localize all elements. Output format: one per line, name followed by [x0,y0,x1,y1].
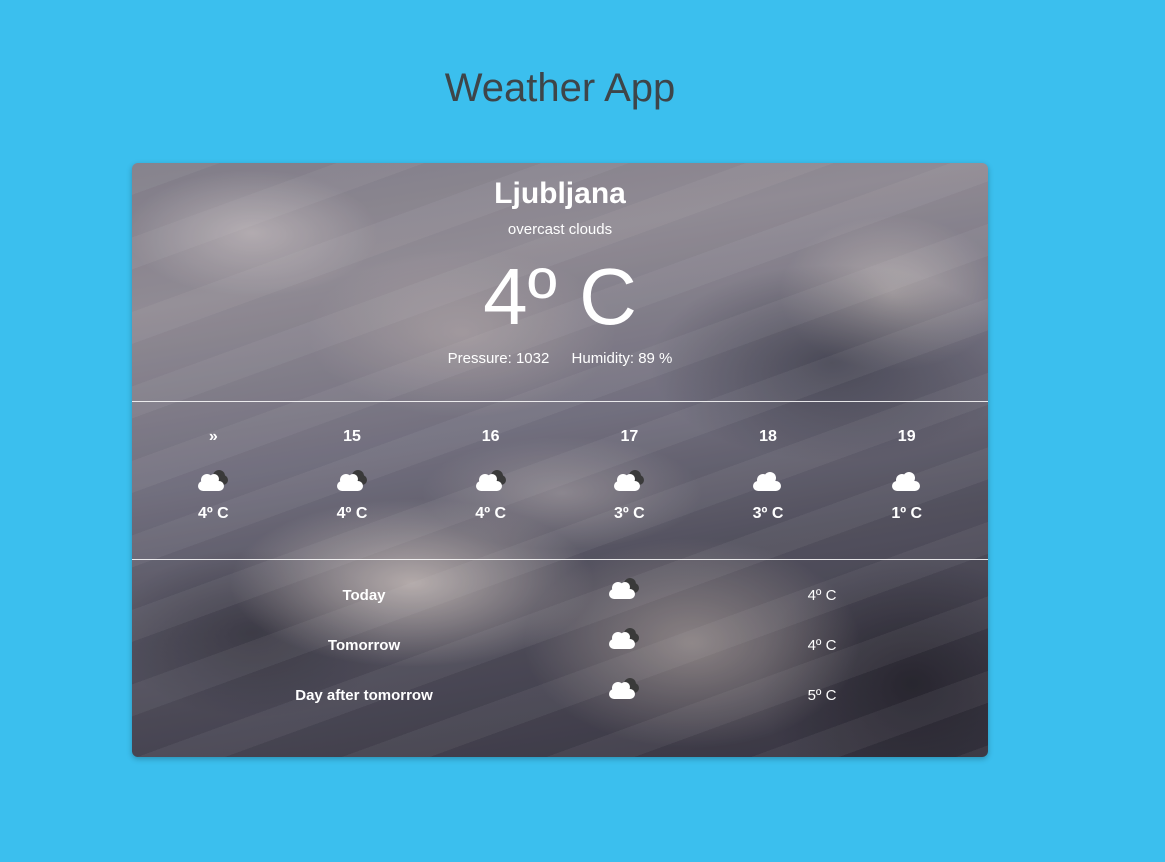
cloud-icon [699,461,838,499]
daily-forecast: Today 4º C Tomorrow 4º C Day after tomor… [132,578,988,733]
pressure-value: Pressure: 1032 [447,350,550,367]
hourly-item[interactable]: 17 3º C [560,425,699,525]
hourly-hour: 19 [897,428,916,445]
day-label: Today [342,587,386,604]
broken-clouds-icon [560,461,699,499]
divider [132,401,988,402]
hourly-temp: 1º C [891,505,923,522]
hourly-item[interactable]: » 4º C [144,425,283,525]
weather-description: overcast clouds [507,221,613,238]
hourly-hour: 17 [620,428,639,445]
humidity-value: Humidity: 89 % [571,350,673,367]
daily-row[interactable]: Tomorrow 4º C [132,628,988,683]
broken-clouds-icon [606,625,642,651]
divider [132,559,988,560]
weather-stats: Pressure: 1032 Humidity: 89 % [132,350,988,367]
broken-clouds-icon [144,461,283,499]
weather-card: Ljubljana overcast clouds 4º C Pressure:… [132,163,988,757]
city-name: Ljubljana [494,177,626,210]
hourly-item[interactable]: 18 3º C [699,425,838,525]
hourly-hour: 16 [481,428,500,445]
hourly-item[interactable]: 15 4º C [283,425,422,525]
day-label: Tomorrow [327,637,401,654]
hourly-hour: 15 [343,428,361,445]
broken-clouds-icon [283,461,422,499]
hourly-temp: 4º C [475,505,507,522]
broken-clouds-icon [421,461,560,499]
cloud-icon [837,461,976,499]
day-temp: 5º C [807,687,837,704]
hourly-item[interactable]: 19 1º C [837,425,976,525]
hourly-temp: 3º C [752,505,784,522]
current-temperature: 4º C [483,252,637,341]
app-title: Weather App [444,66,676,110]
broken-clouds-icon [606,675,642,701]
hourly-temp: 3º C [613,505,645,522]
day-label: Day after tomorrow [295,687,433,704]
hourly-more-chevron[interactable]: » [144,425,283,449]
day-temp: 4º C [807,587,837,604]
hourly-temp: 4º C [197,505,229,522]
hourly-hour: 18 [759,428,777,445]
daily-row[interactable]: Day after tomorrow 5º C [132,678,988,733]
hourly-item[interactable]: 16 4º C [421,425,560,525]
hourly-forecast: » 4º C 15 4º C 16 4º C 17 3º C 18 3º C 1… [144,425,976,525]
broken-clouds-icon [606,575,642,601]
hourly-temp: 4º C [336,505,368,522]
daily-row[interactable]: Today 4º C [132,578,988,633]
day-temp: 4º C [807,637,837,654]
